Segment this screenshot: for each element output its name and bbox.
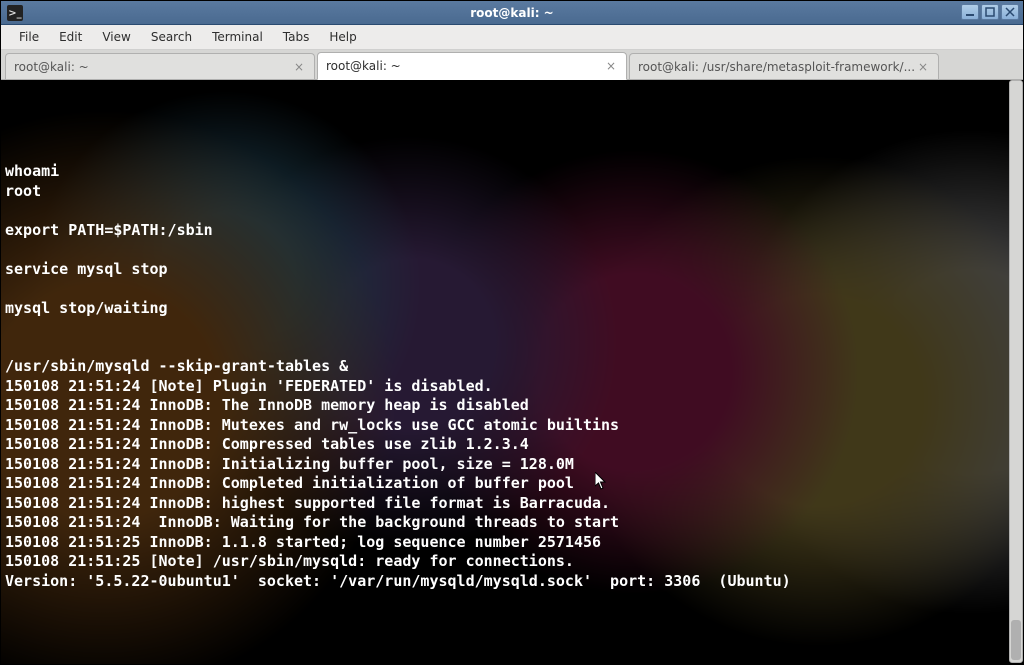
tab-label: root@kali: ~ (14, 60, 292, 74)
application-window: >_ root@kali: ~ File Edit View Search Te… (0, 0, 1024, 665)
window-controls (961, 4, 1019, 20)
terminal-output: whoami root export PATH=$PATH:/sbin serv… (1, 80, 1023, 595)
menu-help[interactable]: Help (319, 26, 366, 48)
tab-label: root@kali: ~ (326, 59, 604, 73)
terminal[interactable]: whoami root export PATH=$PATH:/sbin serv… (1, 80, 1023, 664)
scroll-thumb[interactable] (1011, 620, 1021, 660)
menu-tabs[interactable]: Tabs (273, 26, 320, 48)
vertical-scrollbar[interactable] (1009, 80, 1023, 663)
tab-1[interactable]: root@kali: ~ × (5, 53, 315, 79)
close-icon[interactable]: × (292, 60, 306, 74)
menu-terminal[interactable]: Terminal (202, 26, 273, 48)
close-icon[interactable]: × (916, 60, 930, 74)
window-title: root@kali: ~ (470, 6, 553, 20)
tab-2[interactable]: root@kali: ~ × (317, 52, 627, 80)
menubar: File Edit View Search Terminal Tabs Help (1, 25, 1023, 50)
tab-label: root@kali: /usr/share/metasploit-framewo… (638, 60, 916, 74)
app-icon: >_ (7, 5, 23, 21)
menu-file[interactable]: File (9, 26, 49, 48)
maximize-button[interactable] (981, 4, 999, 20)
titlebar[interactable]: >_ root@kali: ~ (1, 1, 1023, 25)
tabbar: root@kali: ~ × root@kali: ~ × root@kali:… (1, 50, 1023, 80)
menu-search[interactable]: Search (141, 26, 202, 48)
minimize-button[interactable] (961, 4, 979, 20)
menu-edit[interactable]: Edit (49, 26, 92, 48)
close-icon[interactable]: × (604, 59, 618, 73)
tab-3[interactable]: root@kali: /usr/share/metasploit-framewo… (629, 53, 939, 79)
menu-view[interactable]: View (92, 26, 140, 48)
close-button[interactable] (1001, 4, 1019, 20)
